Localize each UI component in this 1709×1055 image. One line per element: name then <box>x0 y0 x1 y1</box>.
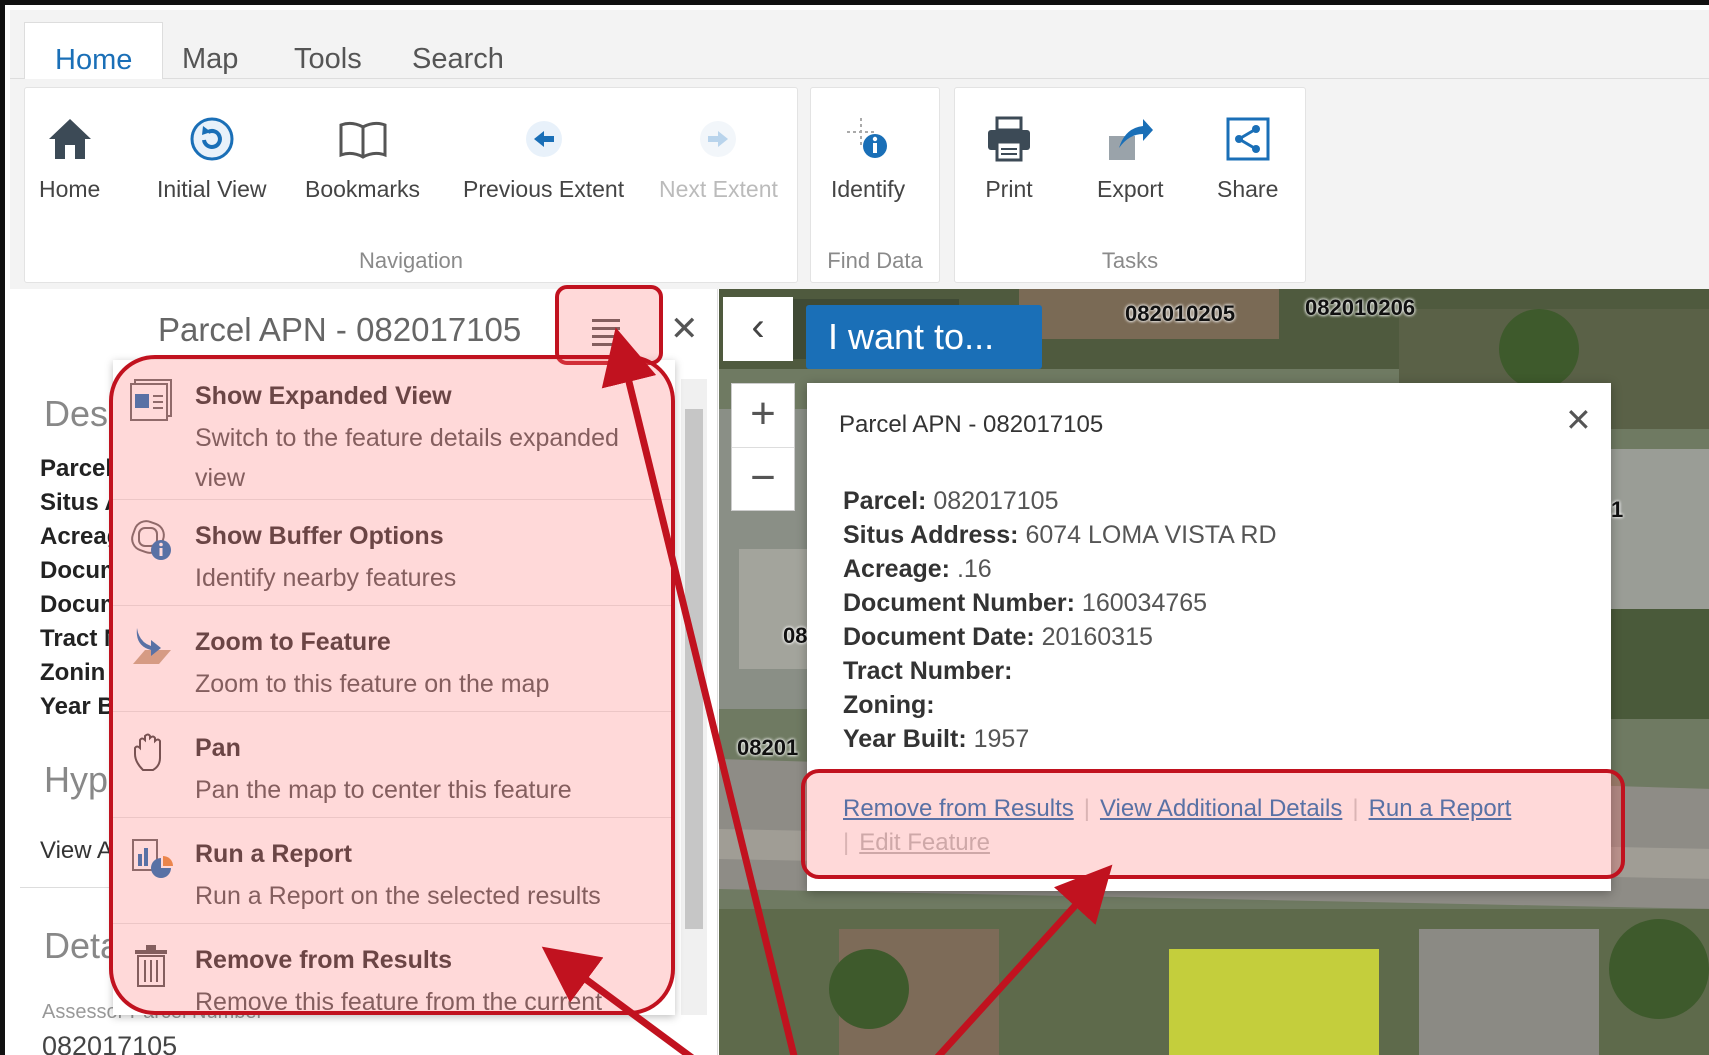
printer-icon <box>985 110 1033 168</box>
parcel-label: 08 <box>783 623 808 648</box>
refresh-icon <box>157 110 267 168</box>
tab-tools[interactable]: Tools <box>264 22 392 80</box>
parcel-label: 082010205 <box>1125 301 1236 326</box>
book-icon <box>305 110 420 168</box>
next-extent-button[interactable]: Next Extent <box>659 110 778 203</box>
field-label: Zonin <box>40 659 106 686</box>
annotation-highlight-menu-button <box>555 285 663 365</box>
identify-button[interactable]: Identify <box>831 110 905 203</box>
tab-map[interactable]: Map <box>152 22 268 80</box>
panel-scrollbar[interactable] <box>681 379 707 1015</box>
home-icon <box>39 110 100 168</box>
popup-field: Zoning: <box>843 691 935 719</box>
ribbon-tabbar: Home Map Tools Search <box>10 10 1709 80</box>
share-icon <box>1217 110 1278 168</box>
ribbon: Home Initial View Bookmarks Previous Ext… <box>10 79 1709 289</box>
popup-field: Document Number: 160034765 <box>843 589 1208 617</box>
navigation-group: Home Initial View Bookmarks Previous Ext… <box>24 87 798 283</box>
annotation-highlight-menu <box>109 355 675 1015</box>
field-label: Year B <box>40 693 115 720</box>
find-data-group-label: Find Data <box>827 248 923 273</box>
zoom-controls: + − <box>731 383 795 511</box>
tab-search[interactable]: Search <box>382 22 534 80</box>
initial-view-button[interactable]: Initial View <box>157 110 267 203</box>
close-panel-button[interactable]: ✕ <box>670 309 699 349</box>
collapse-panel-button[interactable]: ‹ <box>723 297 793 361</box>
scrollbar-thumb[interactable] <box>685 409 703 929</box>
parcel-label: 082010206 <box>1305 295 1416 320</box>
tab-home[interactable]: Home <box>24 22 164 80</box>
annotation-highlight-popup-links <box>801 769 1625 879</box>
share-button[interactable]: Share <box>1217 110 1278 203</box>
print-button[interactable]: Print <box>985 110 1033 203</box>
popup-field: Document Date: 20160315 <box>843 623 1153 651</box>
forward-arrow-icon <box>659 110 778 168</box>
close-popup-button[interactable]: ✕ <box>1565 401 1592 439</box>
panel-title: Parcel APN - 082017105 <box>158 311 522 348</box>
view-link[interactable]: View A <box>40 837 113 865</box>
i-want-to-button[interactable]: I want to... <box>806 305 1042 369</box>
bookmarks-button[interactable]: Bookmarks <box>305 110 420 203</box>
export-icon <box>1097 110 1163 168</box>
previous-extent-button[interactable]: Previous Extent <box>463 110 624 203</box>
popup-field: Situs Address: 6074 LOMA VISTA RD <box>843 521 1277 549</box>
popup-field: Year Built: 1957 <box>843 725 1030 753</box>
tasks-group: Print Export Share Tasks <box>954 87 1306 283</box>
popup-title: Parcel APN - 082017105 <box>839 411 1104 438</box>
parcel-label: 08201 <box>737 735 799 760</box>
export-button[interactable]: Export <box>1097 110 1163 203</box>
popup-field: Acreage: .16 <box>843 555 992 583</box>
find-data-group: Identify Find Data <box>810 87 940 283</box>
popup-field: Tract Number: <box>843 657 1013 685</box>
parcel-label: 1 <box>1611 497 1624 522</box>
popup-field: Parcel: 082017105 <box>843 487 1059 515</box>
tasks-group-label: Tasks <box>1101 248 1159 273</box>
navigation-group-label: Navigation <box>359 248 463 273</box>
back-arrow-icon <box>463 110 624 168</box>
home-button[interactable]: Home <box>39 110 100 203</box>
zoom-in-button[interactable]: + <box>732 384 794 448</box>
zoom-out-button[interactable]: − <box>732 448 794 512</box>
field-label: Parcel <box>40 455 113 482</box>
identify-icon <box>831 110 905 168</box>
app-window: Home Map Tools Search Home Initial View <box>0 0 1709 1055</box>
assessor-value: 082017105 <box>42 1031 178 1055</box>
